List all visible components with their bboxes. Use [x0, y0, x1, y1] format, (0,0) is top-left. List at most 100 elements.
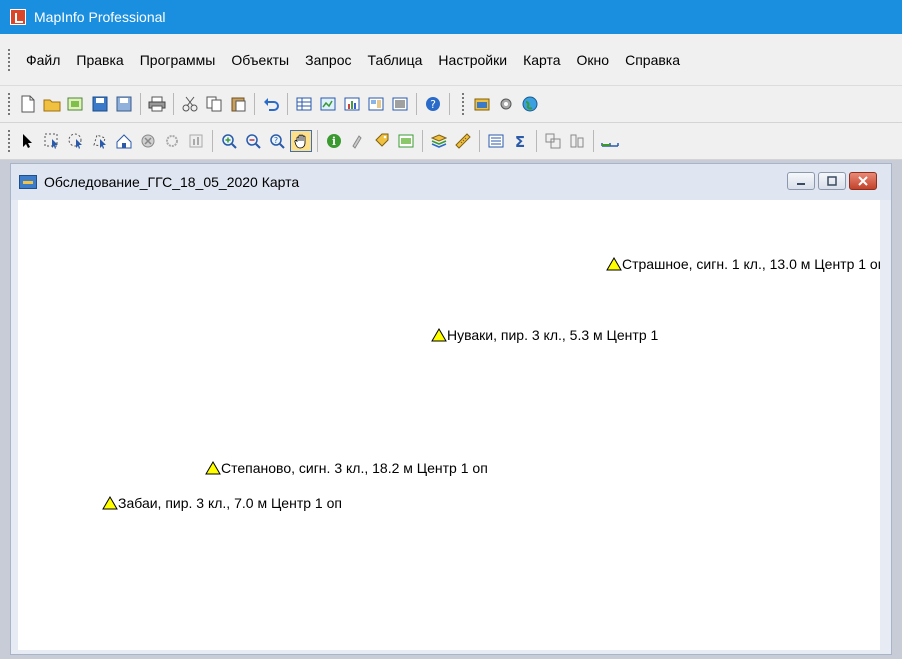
info-icon[interactable]: i [323, 130, 345, 152]
main-toolbar: ? [0, 86, 902, 123]
menu-item-help[interactable]: Справка [617, 49, 688, 71]
triangle-marker-icon [205, 461, 221, 475]
zoom-out-icon[interactable] [242, 130, 264, 152]
svg-text:i: i [332, 135, 336, 148]
svg-text:Σ: Σ [515, 133, 525, 149]
toolbar-separator [173, 93, 174, 115]
toolbar-separator [317, 130, 318, 152]
triangle-marker-icon [102, 496, 118, 510]
change-view-icon[interactable]: ? [266, 130, 288, 152]
feature-label: Нуваки, пир. 3 кл., 5.3 м Центр 1 [447, 327, 659, 343]
menu-item-objects[interactable]: Объекты [223, 49, 297, 71]
feature-label: Страшное, сигн. 1 кл., 13.0 м Центр 1 оп [622, 256, 880, 272]
gear-icon[interactable] [495, 93, 517, 115]
new-table-icon[interactable] [17, 93, 39, 115]
menu-item-table[interactable]: Таблица [360, 49, 431, 71]
title-bar[interactable]: MapInfo Professional [0, 0, 902, 34]
polygon-select-icon[interactable] [89, 130, 111, 152]
mapinfo-logo-icon [10, 9, 26, 25]
triangle-marker-icon [606, 257, 622, 271]
toolbar-separator [140, 93, 141, 115]
map-point-feature[interactable]: Степаново, сигн. 3 кл., 18.2 м Центр 1 о… [205, 460, 488, 476]
new-redistrict-icon[interactable] [389, 93, 411, 115]
svg-text:?: ? [274, 136, 278, 145]
minimize-icon [797, 183, 805, 185]
invert-select-icon[interactable] [161, 130, 183, 152]
menu-item-edit[interactable]: Правка [68, 49, 131, 71]
menu-item-map[interactable]: Карта [515, 49, 568, 71]
toolbar-grip-icon[interactable] [462, 93, 466, 115]
map-window-icon [19, 175, 37, 189]
menu-item-window[interactable]: Окно [569, 49, 618, 71]
save-icon[interactable] [89, 93, 111, 115]
triangle-marker-icon [431, 328, 447, 342]
label-icon[interactable] [371, 130, 393, 152]
radius-select-icon[interactable] [65, 130, 87, 152]
toolbar-separator [254, 93, 255, 115]
feature-label: Степаново, сигн. 3 кл., 18.2 м Центр 1 о… [221, 460, 488, 476]
application-window: MapInfo Professional Файл Правка Програм… [0, 0, 902, 659]
toolbar-separator [449, 93, 450, 115]
maximize-icon [827, 176, 837, 186]
toolbar-grip-icon[interactable] [8, 93, 12, 115]
drag-window-icon[interactable] [395, 130, 417, 152]
copy-icon[interactable] [203, 93, 225, 115]
maximize-button[interactable] [818, 172, 846, 190]
close-button[interactable] [849, 172, 877, 190]
menu-item-programs[interactable]: Программы [132, 49, 224, 71]
close-icon [858, 176, 868, 186]
svg-text:?: ? [430, 98, 436, 111]
print-icon[interactable] [146, 93, 168, 115]
map-window-title: Обследование_ГГС_18_05_2020 Карта [44, 174, 300, 190]
undo-icon[interactable] [260, 93, 282, 115]
window-controls [784, 172, 877, 190]
scale-bar-icon[interactable] [599, 130, 621, 152]
menu-grip-icon[interactable] [8, 48, 12, 71]
save-as-icon[interactable] [113, 93, 135, 115]
boundary-select-icon[interactable] [113, 130, 135, 152]
new-graph-icon[interactable] [341, 93, 363, 115]
menu-item-query[interactable]: Запрос [297, 49, 359, 71]
tools-toolbar: ? i Σ [0, 123, 902, 160]
marquee-select-icon[interactable] [41, 130, 63, 152]
tool-manager-icon[interactable] [471, 93, 493, 115]
open-workspace-icon[interactable] [65, 93, 87, 115]
setting-icon[interactable] [566, 130, 588, 152]
help-icon[interactable]: ? [422, 93, 444, 115]
legend-icon[interactable] [485, 130, 507, 152]
zoom-in-icon[interactable] [218, 130, 240, 152]
globe-icon[interactable] [519, 93, 541, 115]
toolbar-separator [287, 93, 288, 115]
cut-icon[interactable] [179, 93, 201, 115]
window-title: MapInfo Professional [34, 9, 166, 25]
layer-control-icon[interactable] [428, 130, 450, 152]
toolbar-separator [212, 130, 213, 152]
menu-item-file[interactable]: Файл [18, 49, 68, 71]
open-icon[interactable] [41, 93, 63, 115]
toolbar-separator [593, 130, 594, 152]
new-layout-icon[interactable] [365, 93, 387, 115]
map-point-feature[interactable]: Забаи, пир. 3 кл., 7.0 м Центр 1 оп [102, 495, 342, 511]
toolbar-separator [422, 130, 423, 152]
menu-bar: Файл Правка Программы Объекты Запрос Таб… [0, 34, 902, 86]
clip-region-icon[interactable] [542, 130, 564, 152]
map-point-feature[interactable]: Страшное, сигн. 1 кл., 13.0 м Центр 1 оп [606, 256, 880, 272]
menu-item-options[interactable]: Настройки [430, 49, 515, 71]
new-map-icon[interactable] [317, 93, 339, 115]
statistics-icon[interactable]: Σ [509, 130, 531, 152]
hotlink-icon[interactable] [347, 130, 369, 152]
ruler-icon[interactable] [452, 130, 474, 152]
paste-icon[interactable] [227, 93, 249, 115]
toolbar-separator [479, 130, 480, 152]
map-canvas[interactable]: Страшное, сигн. 1 кл., 13.0 м Центр 1 оп… [18, 200, 880, 650]
unselect-icon[interactable] [137, 130, 159, 152]
graph-select-icon[interactable] [185, 130, 207, 152]
map-point-feature[interactable]: Нуваки, пир. 3 кл., 5.3 м Центр 1 [431, 327, 658, 343]
map-window-title-bar[interactable]: Обследование_ГГС_18_05_2020 Карта [11, 164, 891, 200]
grabber-icon[interactable] [290, 130, 312, 152]
toolbar-separator [416, 93, 417, 115]
toolbar-grip-icon[interactable] [8, 130, 12, 152]
minimize-button[interactable] [787, 172, 815, 190]
new-browser-icon[interactable] [293, 93, 315, 115]
select-icon[interactable] [17, 130, 39, 152]
